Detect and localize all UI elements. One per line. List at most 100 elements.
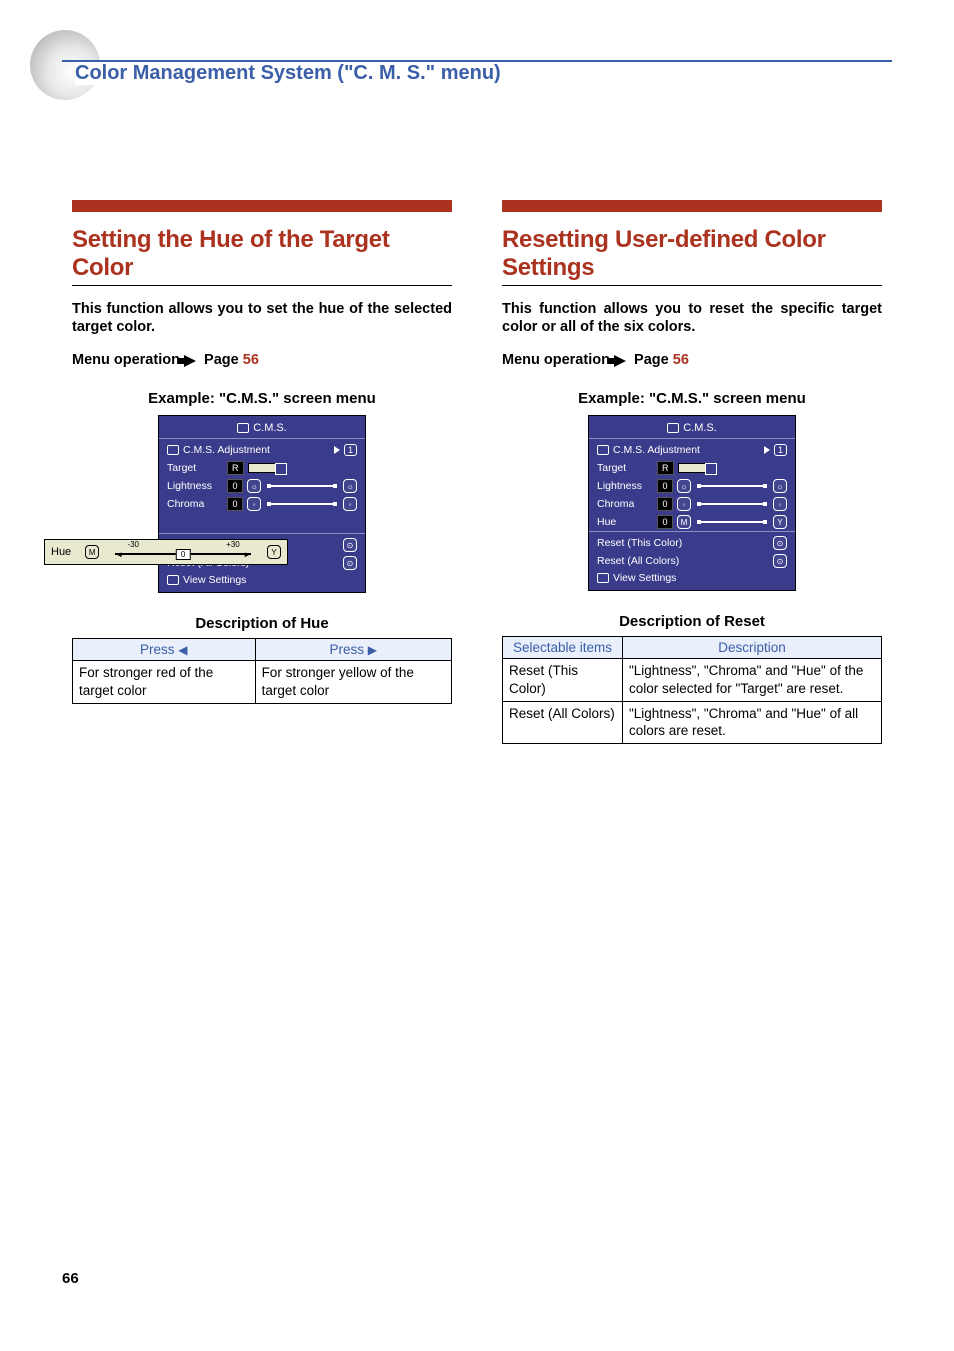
reset-table-header-desc: Description xyxy=(623,637,882,659)
view-settings-label: View Settings xyxy=(613,572,676,584)
enter-icon: ⊙ xyxy=(343,538,357,552)
description-of-hue-title: Description of Hue xyxy=(72,615,452,632)
reset-table-header-items: Selectable items xyxy=(503,637,623,659)
arrow-right-icon xyxy=(764,446,770,454)
osd-adjustment-row: C.M.S. Adjustment 1 xyxy=(589,441,795,459)
lightness-label: Lightness xyxy=(597,480,653,492)
hue-table-header-left: Press ◀ xyxy=(73,639,256,661)
osd-target-row: Target R xyxy=(159,459,365,477)
chroma-left-glyph-icon: ◦ xyxy=(247,497,261,511)
osd-reset-all-row: Reset (All Colors) ⊙ xyxy=(589,552,795,570)
enter-icon: ⊙ xyxy=(343,556,357,570)
arrow-right-icon xyxy=(334,446,340,454)
view-settings-label: View Settings xyxy=(183,574,246,586)
lightness-slider xyxy=(697,485,767,487)
osd-separator xyxy=(589,531,795,532)
enter-icon: ⊙ xyxy=(773,554,787,568)
osd-screenshot-wrap: C.M.S. C.M.S. Adjustment 1 Target R xyxy=(72,415,452,593)
section-heading-reset: Resetting User-defined Color Settings xyxy=(502,226,882,286)
target-chip-icon xyxy=(248,463,276,473)
hue-table-cell-right: For stronger yellow of the target color xyxy=(255,661,451,703)
press-label-left: Press xyxy=(140,642,175,657)
osd-title-row: C.M.S. xyxy=(159,420,365,438)
menuop-page-link[interactable]: 56 xyxy=(243,352,259,368)
chroma-left-glyph-icon: ◦ xyxy=(677,497,691,511)
adjustment-icon xyxy=(167,445,179,455)
reset-desc-0: "Lightness", "Chroma" and "Hue" of the c… xyxy=(623,659,882,701)
page-title: Color Management System ("C. M. S." menu… xyxy=(75,62,541,85)
hue-left-m-icon: M xyxy=(85,545,99,559)
hue-left-m-icon: M xyxy=(677,515,691,529)
menuop-prefix: Menu operation xyxy=(72,352,180,368)
target-label: Target xyxy=(167,462,223,474)
reset-description-table: Selectable items Description Reset (This… xyxy=(502,636,882,743)
hue-popout: Hue M -30 +30 ◄ ► 0 Y xyxy=(44,539,288,565)
hue-table-header-right: Press ▶ xyxy=(255,639,451,661)
hue-arrow-left-icon: ◄ xyxy=(115,550,123,559)
example-caption: Example: "C.M.S." screen menu xyxy=(502,390,882,407)
reset-desc-1: "Lightness", "Chroma" and "Hue" of all c… xyxy=(623,701,882,743)
left-arrow-icon: ◀ xyxy=(178,643,187,657)
lightness-right-glyph-icon: ☼ xyxy=(773,479,787,493)
menuop-page-link[interactable]: 56 xyxy=(673,352,689,368)
hue-arrow-right-icon: ► xyxy=(243,550,251,559)
osd-panel: C.M.S. C.M.S. Adjustment 1 Target R xyxy=(158,415,366,593)
intro-text: This function allows you to reset the sp… xyxy=(502,300,882,336)
reset-item-1: Reset (All Colors) xyxy=(503,701,623,743)
menuop-arrow-icon xyxy=(184,355,196,367)
osd-lightness-row: Lightness 0 ☼ ☼ xyxy=(159,477,365,495)
osd-title: C.M.S. xyxy=(683,422,717,434)
osd-hue-row: Hue 0 M Y xyxy=(589,513,795,531)
target-label: Target xyxy=(597,462,653,474)
osd-adjustment-label: C.M.S. Adjustment xyxy=(183,444,270,456)
page-number: 66 xyxy=(62,1270,79,1287)
hue-table-cell-left: For stronger red of the target color xyxy=(73,661,256,703)
section-bar xyxy=(72,200,452,212)
chroma-value: 0 xyxy=(657,497,673,511)
chroma-slider xyxy=(697,503,767,505)
menu-operation-line: Menu operation Page 56 xyxy=(502,352,882,368)
hue-zero-box: 0 xyxy=(176,549,190,560)
lightness-slider xyxy=(267,485,337,487)
menuop-prefix: Menu operation xyxy=(502,352,610,368)
chroma-label: Chroma xyxy=(167,498,223,510)
osd-chroma-row: Chroma 0 ◦ ◦ xyxy=(589,495,795,513)
menuop-page-label: Page xyxy=(204,352,239,368)
menuop-arrow-icon xyxy=(614,355,626,367)
intro-text: This function allows you to set the hue … xyxy=(72,300,452,336)
lightness-label: Lightness xyxy=(167,480,223,492)
osd-view-settings-row: View Settings xyxy=(589,570,795,590)
hue-slider xyxy=(697,521,767,523)
osd-cms-icon xyxy=(237,423,249,433)
target-chip-icon xyxy=(678,463,706,473)
osd-one-badge: 1 xyxy=(344,444,357,456)
osd-title: C.M.S. xyxy=(253,422,287,434)
right-arrow-icon: ▶ xyxy=(368,643,377,657)
view-settings-icon xyxy=(167,575,179,585)
chroma-slider xyxy=(267,503,337,505)
menuop-page-label: Page xyxy=(634,352,669,368)
chroma-right-glyph-icon: ◦ xyxy=(343,497,357,511)
hue-scale: -30 +30 ◄ ► 0 xyxy=(105,542,261,562)
hue-right-y-icon: Y xyxy=(773,515,787,529)
section-heading-hue: Setting the Hue of the Target Color xyxy=(72,226,452,286)
osd-reset-this-row: Reset (This Color) ⊙ xyxy=(589,534,795,552)
osd-cms-icon xyxy=(667,423,679,433)
osd-chroma-row: Chroma 0 ◦ ◦ xyxy=(159,495,365,513)
osd-title-row: C.M.S. xyxy=(589,420,795,438)
osd-adjustment-label: C.M.S. Adjustment xyxy=(613,444,700,456)
enter-icon: ⊙ xyxy=(773,536,787,550)
lightness-left-glyph-icon: ☼ xyxy=(677,479,691,493)
description-of-reset-title: Description of Reset xyxy=(502,613,882,630)
press-label-right: Press xyxy=(330,642,365,657)
lightness-value: 0 xyxy=(657,479,673,493)
section-bar xyxy=(502,200,882,212)
chroma-right-glyph-icon: ◦ xyxy=(773,497,787,511)
reset-all-label: Reset (All Colors) xyxy=(597,555,679,567)
hue-min-tick: -30 xyxy=(127,540,139,549)
chroma-value: 0 xyxy=(227,497,243,511)
reset-this-label: Reset (This Color) xyxy=(597,537,682,549)
table-row: Reset (All Colors) "Lightness", "Chroma"… xyxy=(503,701,882,743)
osd-lightness-row: Lightness 0 ☼ ☼ xyxy=(589,477,795,495)
osd-separator xyxy=(159,533,365,534)
